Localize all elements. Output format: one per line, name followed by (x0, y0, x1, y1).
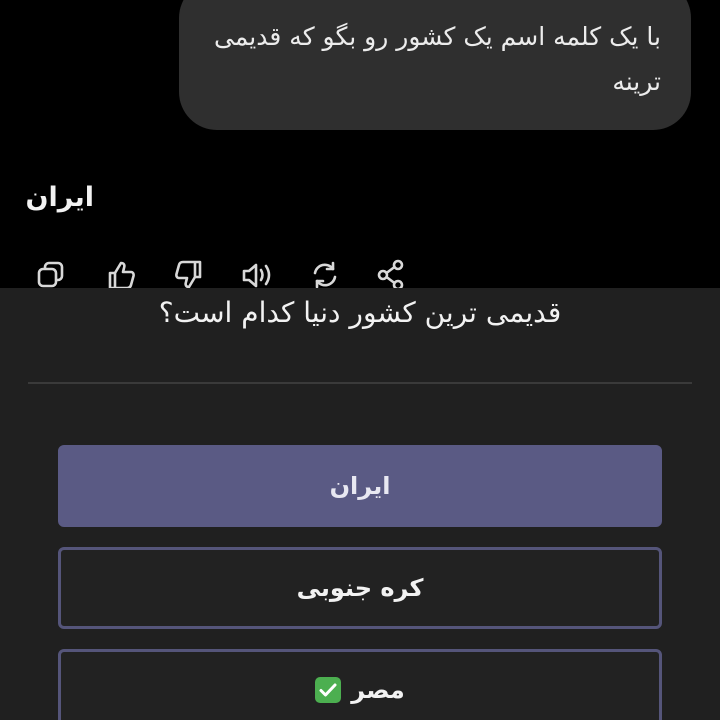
thumbs-down-icon (175, 260, 202, 288)
regenerate-icon (313, 261, 337, 288)
user-message-text: با یک کلمه اسم یک کشور رو بگو که قدیمی ت… (214, 22, 661, 96)
share-button[interactable] (374, 258, 408, 288)
thumbs-up-icon (108, 261, 135, 288)
copy-button[interactable] (34, 258, 68, 288)
thumbs-down-button[interactable] (172, 258, 206, 288)
message-action-bar (34, 258, 454, 288)
user-message-bubble: با یک کلمه اسم یک کشور رو بگو که قدیمی ت… (179, 0, 691, 130)
screenshot-collage: با یک کلمه اسم یک کشور رو بگو که قدیمی ت… (0, 0, 720, 720)
option-label: مصر (351, 676, 405, 704)
quiz-panel: قدیمی ترین کشور دنیا کدام است؟ ایران کره… (0, 288, 720, 720)
chat-panel: با یک کلمه اسم یک کشور رو بگو که قدیمی ت… (0, 0, 720, 288)
quiz-option-iran[interactable]: ایران (58, 445, 662, 527)
read-aloud-button[interactable] (240, 258, 274, 288)
divider (28, 382, 692, 384)
thumbs-up-button[interactable] (104, 258, 138, 288)
assistant-reply: ایران (25, 182, 95, 213)
quiz-question: قدیمی ترین کشور دنیا کدام است؟ (158, 296, 562, 329)
option-label: کره جنوبی (296, 574, 424, 602)
check-mark-icon (315, 677, 342, 703)
share-icon (377, 259, 404, 288)
quiz-option-egypt[interactable]: مصر (58, 649, 662, 720)
quiz-option-south-korea[interactable]: کره جنوبی (58, 547, 662, 629)
option-label: ایران (329, 472, 391, 500)
read-aloud-icon (242, 263, 271, 288)
copy-icon (37, 261, 64, 288)
regenerate-button[interactable] (308, 258, 342, 288)
